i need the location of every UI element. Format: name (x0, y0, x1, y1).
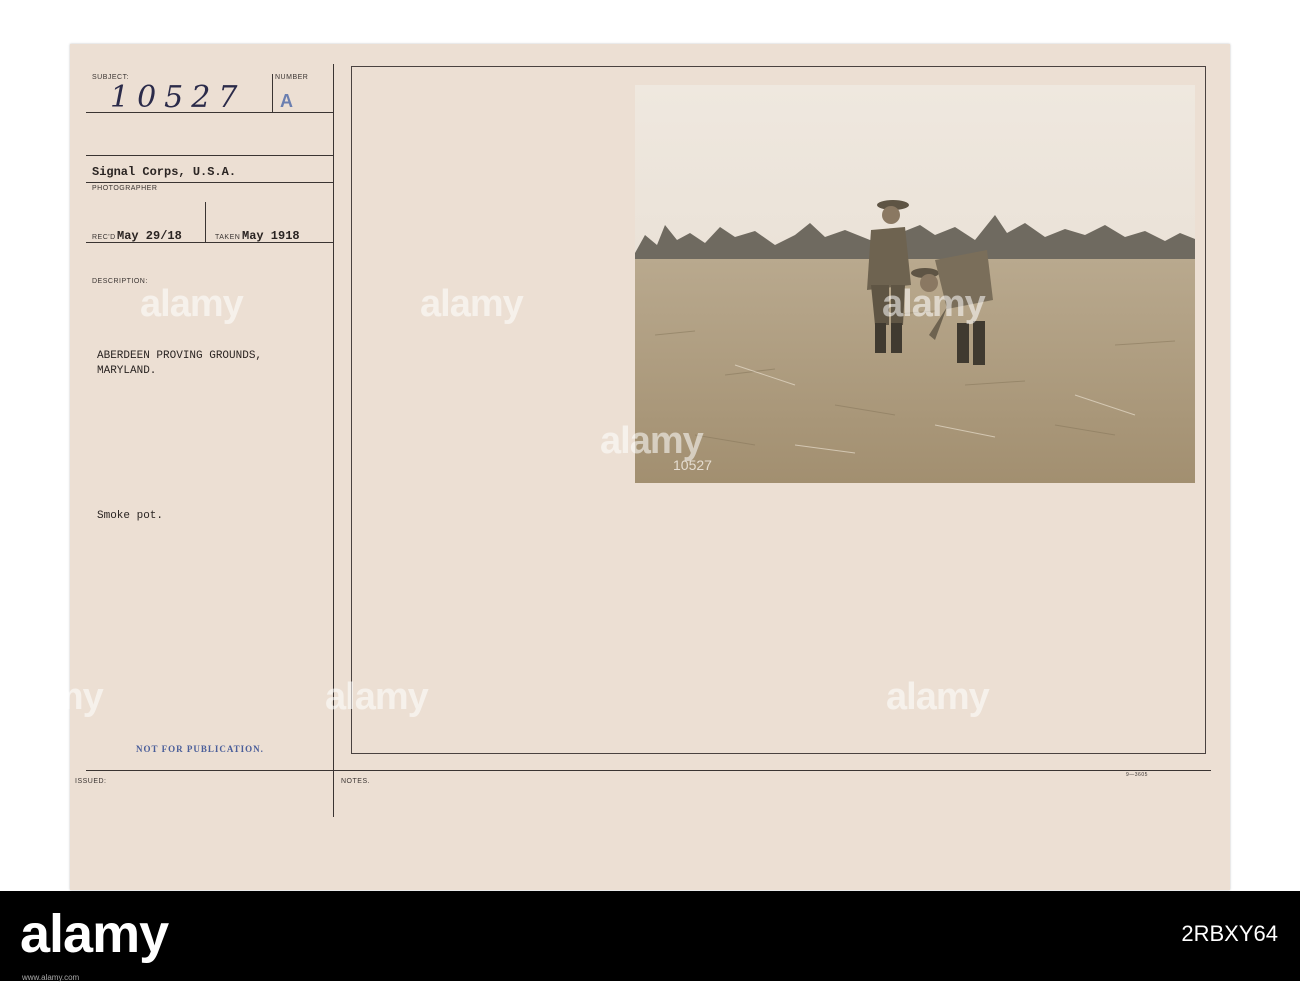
stock-footer: alamy 2RBXY64 www.alamy.com (0, 891, 1300, 982)
bottom-rule (86, 770, 1211, 771)
watermark-2: alamy (420, 283, 524, 325)
photographer-underline (86, 182, 333, 183)
footer-image-id: 2RBXY64 (1181, 921, 1278, 946)
photographer-label: PHOTOGRAPHER (92, 185, 158, 192)
not-for-publication-stamp: NOT FOR PUBLICATION. (136, 744, 264, 754)
location-line-2: MARYLAND. (97, 365, 157, 377)
subject-number-divider (272, 74, 273, 112)
subject-number: 10527 (110, 80, 246, 115)
number-value: A (280, 91, 293, 111)
notes-label: NOTES. (341, 778, 371, 785)
watermark-3: alamy (882, 283, 986, 325)
issued-label: ISSUED: (75, 778, 107, 785)
recd-date: May 29/18 (117, 229, 182, 243)
photographer-name: Signal Corps, U.S.A. (92, 165, 237, 179)
photographer-topline (86, 155, 333, 156)
form-number: 9—3605 (1126, 772, 1148, 778)
taken-label: TAKEN (215, 234, 241, 241)
taken-date: May 1918 (242, 229, 300, 243)
recd-label: REC'D (92, 234, 116, 241)
watermark-6: alamy (325, 676, 429, 718)
watermark-4: alamy (600, 420, 704, 462)
caption-text: Smoke pot. (97, 510, 164, 522)
location-line-1: ABERDEEN PROVING GROUNDS, (97, 350, 263, 362)
watermark-1: alamy (140, 283, 244, 325)
dates-divider (205, 202, 206, 242)
footer-logo: alamy (20, 904, 169, 964)
number-label: NUMBER (275, 74, 309, 81)
watermark-7: alamy (886, 676, 990, 718)
watermark-5: alamy (0, 676, 104, 718)
